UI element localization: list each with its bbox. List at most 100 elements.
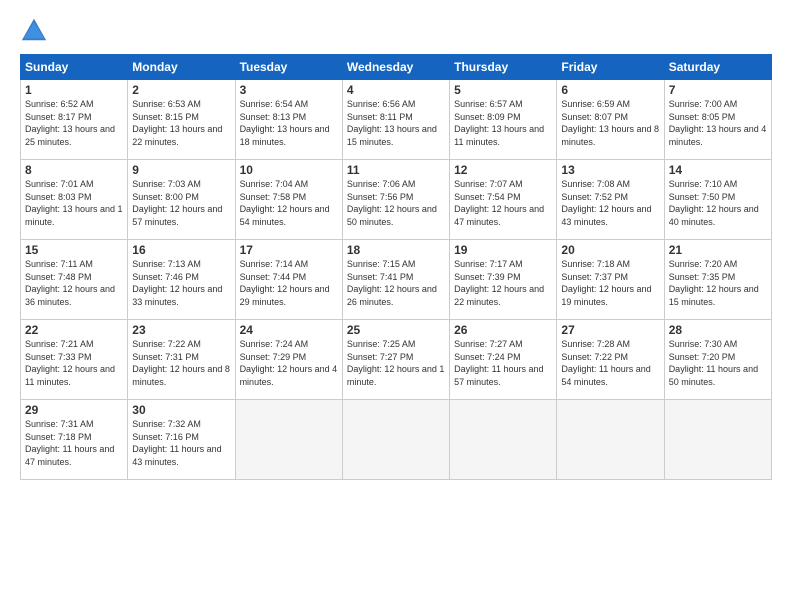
day-number: 6 [561, 83, 659, 97]
col-header-saturday: Saturday [664, 55, 771, 80]
calendar-cell: 4 Sunrise: 6:56 AMSunset: 8:11 PMDaylight… [342, 80, 449, 160]
day-info: Sunrise: 7:08 AMSunset: 7:52 PMDaylight:… [561, 179, 651, 227]
day-number: 24 [240, 323, 338, 337]
calendar-cell [450, 400, 557, 480]
day-number: 28 [669, 323, 767, 337]
day-info: Sunrise: 6:59 AMSunset: 8:07 PMDaylight:… [561, 99, 659, 147]
day-number: 21 [669, 243, 767, 257]
calendar-cell [235, 400, 342, 480]
calendar-cell: 5 Sunrise: 6:57 AMSunset: 8:09 PMDaylight… [450, 80, 557, 160]
day-number: 16 [132, 243, 230, 257]
day-number: 22 [25, 323, 123, 337]
day-number: 7 [669, 83, 767, 97]
calendar-cell: 6 Sunrise: 6:59 AMSunset: 8:07 PMDaylight… [557, 80, 664, 160]
calendar-cell: 24 Sunrise: 7:24 AMSunset: 7:29 PMDayligh… [235, 320, 342, 400]
calendar-cell: 13 Sunrise: 7:08 AMSunset: 7:52 PMDayligh… [557, 160, 664, 240]
day-info: Sunrise: 7:06 AMSunset: 7:56 PMDaylight:… [347, 179, 437, 227]
day-info: Sunrise: 7:15 AMSunset: 7:41 PMDaylight:… [347, 259, 437, 307]
day-number: 11 [347, 163, 445, 177]
col-header-sunday: Sunday [21, 55, 128, 80]
calendar-cell: 30Sunrise: 7:32 AMSunset: 7:16 PMDayligh… [128, 400, 235, 480]
day-info: Sunrise: 7:14 AMSunset: 7:44 PMDaylight:… [240, 259, 330, 307]
col-header-friday: Friday [557, 55, 664, 80]
day-info: Sunrise: 6:56 AMSunset: 8:11 PMDaylight:… [347, 99, 437, 147]
day-info: Sunrise: 7:07 AMSunset: 7:54 PMDaylight:… [454, 179, 544, 227]
day-info: Sunrise: 7:22 AMSunset: 7:31 PMDaylight:… [132, 339, 230, 387]
calendar-cell: 23 Sunrise: 7:22 AMSunset: 7:31 PMDayligh… [128, 320, 235, 400]
day-number: 1 [25, 83, 123, 97]
calendar-cell: 21 Sunrise: 7:20 AMSunset: 7:35 PMDayligh… [664, 240, 771, 320]
calendar-cell: 12 Sunrise: 7:07 AMSunset: 7:54 PMDayligh… [450, 160, 557, 240]
col-header-monday: Monday [128, 55, 235, 80]
day-number: 13 [561, 163, 659, 177]
day-info: Sunrise: 7:13 AMSunset: 7:46 PMDaylight:… [132, 259, 222, 307]
calendar-cell: 3 Sunrise: 6:54 AMSunset: 8:13 PMDaylight… [235, 80, 342, 160]
calendar-cell: 9Sunrise: 7:03 AMSunset: 8:00 PMDaylight… [128, 160, 235, 240]
calendar-week-4: 22Sunrise: 7:21 AMSunset: 7:33 PMDayligh… [21, 320, 772, 400]
day-info: Sunrise: 7:10 AMSunset: 7:50 PMDaylight:… [669, 179, 759, 227]
calendar-cell: 1 Sunrise: 6:52 AMSunset: 8:17 PMDaylight… [21, 80, 128, 160]
day-number: 8 [25, 163, 123, 177]
col-header-tuesday: Tuesday [235, 55, 342, 80]
day-number: 18 [347, 243, 445, 257]
day-number: 19 [454, 243, 552, 257]
day-info: Sunrise: 7:20 AMSunset: 7:35 PMDaylight:… [669, 259, 759, 307]
logo-icon [20, 16, 48, 44]
calendar-cell: 16 Sunrise: 7:13 AMSunset: 7:46 PMDayligh… [128, 240, 235, 320]
day-info: Sunrise: 7:32 AMSunset: 7:16 PMDaylight:… [132, 419, 221, 467]
calendar-cell: 26Sunrise: 7:27 AMSunset: 7:24 PMDayligh… [450, 320, 557, 400]
day-number: 20 [561, 243, 659, 257]
calendar-cell: 28 Sunrise: 7:30 AMSunset: 7:20 PMDayligh… [664, 320, 771, 400]
day-info: Sunrise: 7:31 AMSunset: 7:18 PMDaylight:… [25, 419, 114, 467]
calendar-cell: 19 Sunrise: 7:17 AMSunset: 7:39 PMDayligh… [450, 240, 557, 320]
calendar-cell: 14 Sunrise: 7:10 AMSunset: 7:50 PMDayligh… [664, 160, 771, 240]
calendar-cell: 10Sunrise: 7:04 AMSunset: 7:58 PMDayligh… [235, 160, 342, 240]
calendar-week-1: 1 Sunrise: 6:52 AMSunset: 8:17 PMDaylight… [21, 80, 772, 160]
day-number: 17 [240, 243, 338, 257]
calendar-cell: 15 Sunrise: 7:11 AMSunset: 7:48 PMDayligh… [21, 240, 128, 320]
day-info: Sunrise: 7:24 AMSunset: 7:29 PMDaylight:… [240, 339, 338, 387]
day-info: Sunrise: 7:03 AMSunset: 8:00 PMDaylight:… [132, 179, 222, 227]
day-info: Sunrise: 7:17 AMSunset: 7:39 PMDaylight:… [454, 259, 544, 307]
page-header [20, 16, 772, 44]
day-number: 4 [347, 83, 445, 97]
day-info: Sunrise: 6:52 AMSunset: 8:17 PMDaylight:… [25, 99, 115, 147]
day-number: 5 [454, 83, 552, 97]
day-number: 26 [454, 323, 552, 337]
calendar-cell: 22Sunrise: 7:21 AMSunset: 7:33 PMDayligh… [21, 320, 128, 400]
calendar-cell: 7 Sunrise: 7:00 AMSunset: 8:05 PMDaylight… [664, 80, 771, 160]
calendar-week-5: 29 Sunrise: 7:31 AMSunset: 7:18 PMDayligh… [21, 400, 772, 480]
day-info: Sunrise: 6:53 AMSunset: 8:15 PMDaylight:… [132, 99, 222, 147]
day-info: Sunrise: 7:01 AMSunset: 8:03 PMDaylight:… [25, 179, 123, 227]
calendar-week-2: 8 Sunrise: 7:01 AMSunset: 8:03 PMDaylight… [21, 160, 772, 240]
calendar-cell [342, 400, 449, 480]
calendar-cell: 29 Sunrise: 7:31 AMSunset: 7:18 PMDayligh… [21, 400, 128, 480]
calendar-cell [557, 400, 664, 480]
day-info: Sunrise: 7:25 AMSunset: 7:27 PMDaylight:… [347, 339, 445, 387]
day-number: 12 [454, 163, 552, 177]
calendar-cell: 20Sunrise: 7:18 AMSunset: 7:37 PMDayligh… [557, 240, 664, 320]
day-number: 15 [25, 243, 123, 257]
calendar-cell: 2 Sunrise: 6:53 AMSunset: 8:15 PMDaylight… [128, 80, 235, 160]
day-number: 14 [669, 163, 767, 177]
day-number: 27 [561, 323, 659, 337]
calendar-cell: 18 Sunrise: 7:15 AMSunset: 7:41 PMDayligh… [342, 240, 449, 320]
calendar-week-3: 15 Sunrise: 7:11 AMSunset: 7:48 PMDayligh… [21, 240, 772, 320]
day-info: Sunrise: 6:57 AMSunset: 8:09 PMDaylight:… [454, 99, 544, 147]
logo [20, 16, 52, 44]
day-info: Sunrise: 7:04 AMSunset: 7:58 PMDaylight:… [240, 179, 330, 227]
day-info: Sunrise: 6:54 AMSunset: 8:13 PMDaylight:… [240, 99, 330, 147]
day-number: 23 [132, 323, 230, 337]
calendar-cell: 11 Sunrise: 7:06 AMSunset: 7:56 PMDayligh… [342, 160, 449, 240]
col-header-thursday: Thursday [450, 55, 557, 80]
calendar-cell: 27Sunrise: 7:28 AMSunset: 7:22 PMDayligh… [557, 320, 664, 400]
calendar-cell: 17 Sunrise: 7:14 AMSunset: 7:44 PMDayligh… [235, 240, 342, 320]
day-info: Sunrise: 7:30 AMSunset: 7:20 PMDaylight:… [669, 339, 758, 387]
calendar-cell: 8 Sunrise: 7:01 AMSunset: 8:03 PMDaylight… [21, 160, 128, 240]
day-number: 2 [132, 83, 230, 97]
day-info: Sunrise: 7:11 AMSunset: 7:48 PMDaylight:… [25, 259, 115, 307]
calendar-cell [664, 400, 771, 480]
day-number: 29 [25, 403, 123, 417]
day-number: 3 [240, 83, 338, 97]
day-info: Sunrise: 7:00 AMSunset: 8:05 PMDaylight:… [669, 99, 767, 147]
